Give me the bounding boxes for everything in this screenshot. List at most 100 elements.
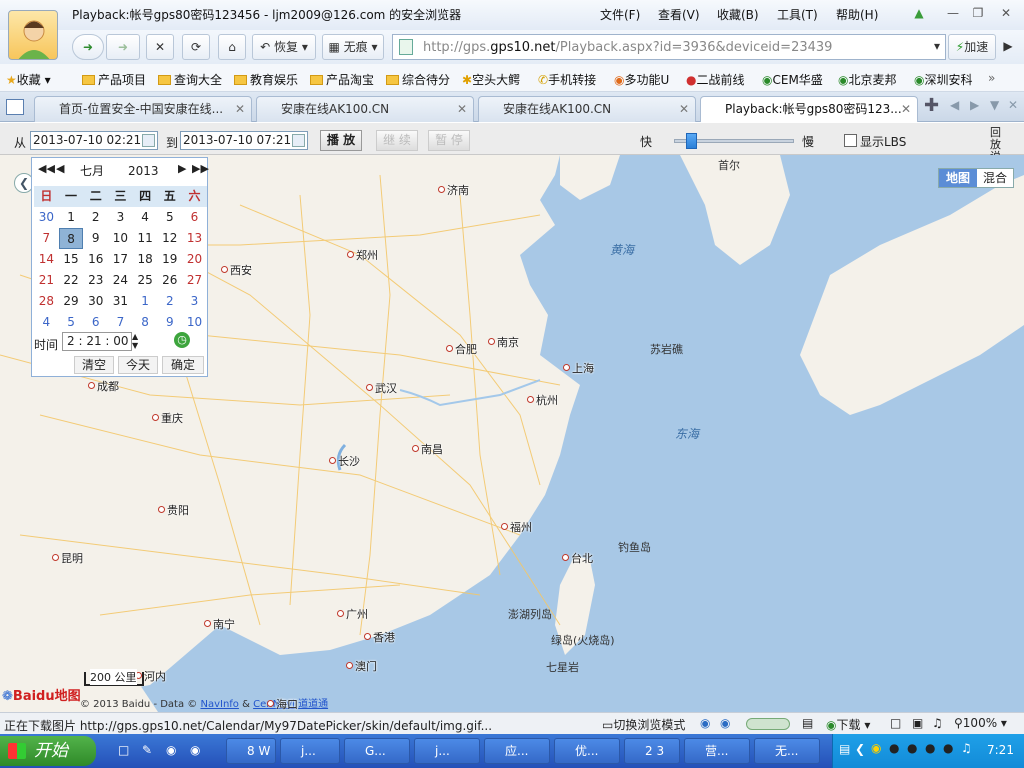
day-cell[interactable]: 16 [83,249,108,270]
quicklaunch-icon[interactable]: ◉ [190,743,200,757]
pause-button[interactable]: 暂 停 [428,130,470,151]
day-cell[interactable]: 15 [59,249,84,270]
taskbar-item[interactable]: G... [344,738,410,764]
go-button[interactable]: ▶ [998,34,1018,60]
keyboard-icon[interactable]: ▤ [839,742,850,756]
tab-scroll-right-icon[interactable]: ▶ [970,98,979,112]
volume-tray-icon[interactable]: ♫ [961,741,972,755]
day-cell[interactable]: 26 [157,270,182,291]
map-type-hybrid-button[interactable]: 混合 [977,169,1013,187]
day-cell[interactable]: 12 [157,228,182,249]
day-cell[interactable]: 28 [34,291,59,312]
day-cell[interactable]: 14 [34,249,59,270]
day-cell[interactable]: 22 [59,270,84,291]
tray-app-icon[interactable]: ◉ [871,741,881,755]
zoom-control[interactable]: ⚲100% ▾ [954,716,1007,730]
day-cell[interactable]: 25 [133,270,158,291]
ie-icon[interactable]: ◉ [700,716,710,730]
taskbar-item[interactable]: 无... [754,738,820,764]
address-bar[interactable]: http://gps.gps10.net/Playback.aspx?id=39… [392,34,946,60]
incognito-button[interactable]: ▦ 无痕 ▾ [322,34,384,60]
new-tab-icon[interactable]: ✚ [924,95,939,116]
close-window-button[interactable]: ✕ [995,4,1017,22]
close-all-icon[interactable]: ✕ [1008,98,1018,112]
day-cell[interactable]: 5 [157,207,182,228]
minimize-button[interactable]: — [942,4,964,22]
day-cell[interactable]: 30 [34,207,59,228]
day-cell[interactable]: 20 [182,249,207,270]
switch-browse-mode[interactable]: ▭切换浏览模式 [602,716,685,733]
bookmark-item[interactable]: ✱空头大鳄 [462,71,520,88]
day-cell[interactable]: 18 [133,249,158,270]
calendar-icon[interactable] [142,134,155,147]
taskbar-item[interactable]: 8 W [226,738,276,764]
bookmark-item[interactable]: 产品项目 [82,71,146,88]
more-bookmarks-chevron-icon[interactable]: » [988,71,995,85]
day-cell[interactable]: 24 [108,270,133,291]
qq-icon[interactable]: ● [925,741,935,755]
taskbar-item[interactable]: 营... [684,738,750,764]
close-tab-icon[interactable]: ✕ [457,97,467,121]
daodaotong-link[interactable]: 道道通 [298,699,328,710]
show-lbs-checkbox[interactable] [844,134,857,147]
back-button[interactable]: ➜ [72,34,104,60]
bookmark-item[interactable]: ◉CEM华盛 [762,71,823,88]
day-cell[interactable]: 1 [133,291,158,312]
speed-slider[interactable] [674,133,794,149]
menu-help[interactable]: 帮助(H) [836,6,878,23]
bookmark-item[interactable]: 查询大全 [158,71,222,88]
day-cell[interactable]: 29 [59,291,84,312]
sidebar-toggle-icon[interactable] [6,99,24,115]
restore-button[interactable]: ↶ 恢复 ▾ [252,34,316,60]
navinfo-link[interactable]: NavInfo [200,699,238,710]
time-minute[interactable]: 21 [86,334,101,348]
next-month-icon[interactable]: ▶ [178,162,186,175]
settings-status-icon[interactable]: ▣ [912,716,923,730]
refresh-button[interactable]: ⟳ [182,34,210,60]
time-input[interactable]: 2 : 21 : 00 [62,332,132,351]
prev-year-icon[interactable]: ◀◀ [38,162,55,175]
today-button[interactable]: 今天 [118,356,158,374]
close-tab-icon[interactable]: ✕ [679,97,689,121]
toggle-icon[interactable] [746,718,790,730]
day-cell[interactable]: 10 [182,312,207,333]
taskbar-item[interactable]: j... [280,738,340,764]
bookmark-item[interactable]: ◉多功能U [614,71,669,88]
menu-file[interactable]: 文件(F) [600,6,640,23]
day-cell[interactable]: 30 [83,291,108,312]
skin-icon[interactable]: ▲ [908,4,930,22]
ok-button[interactable]: 确定 [162,356,204,374]
play-button[interactable]: 播 放 [320,130,362,151]
tab-home[interactable]: 首页-位置安全-中国安康在线... ✕ [34,96,252,122]
tab-ankang-2[interactable]: 安康在线AK100.CN ✕ [478,96,696,122]
day-cell[interactable]: 10 [108,228,133,249]
day-cell[interactable]: 19 [157,249,182,270]
bookmark-item[interactable]: ◉北京麦邦 [838,71,897,88]
qq-icon[interactable]: ● [907,741,917,755]
day-cell[interactable]: 21 [34,270,59,291]
close-tab-icon[interactable]: ✕ [901,97,911,121]
menu-tools[interactable]: 工具(T) [777,6,818,23]
day-cell[interactable]: 9 [157,312,182,333]
day-cell[interactable]: 13 [182,228,207,249]
tab-list-icon[interactable]: ▼ [990,98,999,112]
day-cell[interactable]: 9 [83,228,108,249]
forward-button[interactable]: ➜ [106,34,140,60]
day-cell[interactable]: 3 [108,207,133,228]
time-hour[interactable]: 2 [67,334,75,348]
day-cell[interactable]: 17 [108,249,133,270]
close-tab-icon[interactable]: ✕ [235,97,245,121]
time-second[interactable]: 00 [113,334,128,348]
day-cell[interactable]: 23 [83,270,108,291]
end-time-input[interactable]: 2013-07-10 07:21 [180,131,308,150]
taskbar-item[interactable]: 优... [554,738,620,764]
day-cell[interactable]: 7 [108,312,133,333]
day-cell[interactable]: 31 [108,291,133,312]
image-icon[interactable]: ▤ [802,716,813,730]
day-cell[interactable]: 8 [133,312,158,333]
download-button[interactable]: ◉下载 ▾ [826,716,870,733]
prev-month-icon[interactable]: ◀ [56,162,64,175]
year-select[interactable]: 2013 [128,164,159,178]
taskbar-item[interactable]: j... [414,738,480,764]
bookmark-favorites[interactable]: ★收藏 ▾ [6,71,51,88]
